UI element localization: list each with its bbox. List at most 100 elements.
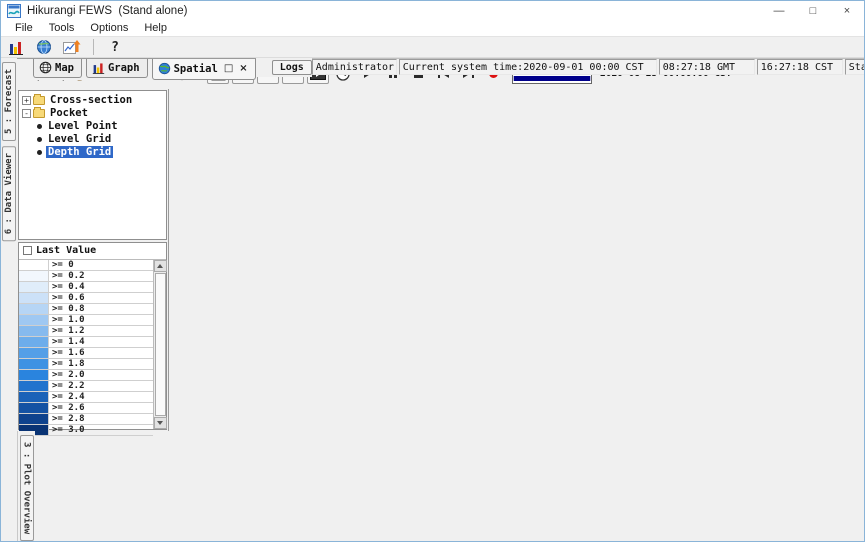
legend-row: >= 2.8: [19, 414, 153, 425]
legend-swatch: [19, 315, 49, 325]
legend-row: >= 2.4: [19, 392, 153, 403]
tab-spatial[interactable]: Spatial □ ×: [152, 59, 256, 80]
layer-tree: + Cross-section - Pocket Level Point: [18, 90, 167, 240]
legend-row: >= 0.6: [19, 293, 153, 304]
status-user: Administrator: [312, 59, 397, 75]
tree-item-pocket[interactable]: - Pocket: [21, 107, 166, 119]
menu-file[interactable]: File: [7, 22, 41, 34]
bullet-icon: [37, 150, 42, 155]
legend-row: >= 0.4: [19, 282, 153, 293]
legend-row: >= 1.8: [19, 359, 153, 370]
legend-rows: >= 0 >= 0.2 >= 0.4 >= 0.6 >= 0.8 >= 1.0 …: [19, 260, 153, 429]
menu-options[interactable]: Options: [82, 22, 136, 34]
last-value-checkbox[interactable]: [23, 246, 32, 255]
bullet-icon: [37, 124, 42, 129]
menu-tools[interactable]: Tools: [41, 22, 83, 34]
status-mode: Stand alone: [845, 59, 865, 75]
bottom-tab-bar: Map Graph Spatial □ ×: [17, 58, 256, 80]
legend-row: >= 0.8: [19, 304, 153, 315]
legend-row: >= 2.6: [19, 403, 153, 414]
legend-row: >= 1.0: [19, 315, 153, 326]
legend-row: >= 3.0: [19, 425, 153, 436]
close-button[interactable]: ×: [830, 1, 864, 20]
app-logo-icon: [7, 4, 21, 18]
maximize-button[interactable]: □: [796, 1, 830, 20]
left-tab-strip: 5 : Forecast 6 : Data Viewer: [1, 58, 17, 541]
scroll-down-button[interactable]: [154, 417, 167, 429]
tab-forecast[interactable]: 5 : Forecast: [2, 62, 16, 141]
right-tab-strip: 3 : Plot Overview: [17, 431, 35, 541]
map-display-button[interactable]: [33, 38, 55, 56]
legend-row: >= 0.2: [19, 271, 153, 282]
globe-icon: [36, 39, 52, 55]
close-panel-button[interactable]: ×: [239, 63, 247, 74]
legend-swatch: [19, 326, 49, 336]
expand-icon[interactable]: +: [22, 96, 31, 105]
left-panel: + Cross-section - Pocket Level Point: [17, 89, 169, 431]
scroll-up-button[interactable]: [154, 260, 167, 272]
status-gmt-time: 08:27:18 GMT: [659, 59, 755, 75]
legend-row: >= 2.0: [19, 370, 153, 381]
question-mark-icon: ?: [111, 40, 119, 55]
tab-plot-overview[interactable]: 3 : Plot Overview: [20, 435, 34, 541]
status-system-time: Current system time:2020-09-01 00:00 CST: [399, 59, 657, 75]
tree-item-level-grid[interactable]: Level Grid: [21, 133, 166, 145]
arrow-down-icon: [157, 421, 163, 425]
legend-swatch: [19, 403, 49, 413]
tree-item-depth-grid[interactable]: Depth Grid: [21, 146, 166, 158]
bullet-icon: [37, 137, 42, 142]
status-bar: Administrator Current system time:2020-0…: [312, 58, 865, 75]
legend-panel: Last Value >= 0 >= 0.2 >= 0.4 >= 0.6 >= …: [18, 242, 167, 430]
legend-swatch: [19, 381, 49, 391]
legend-swatch: [19, 414, 49, 424]
legend-row: >= 1.2: [19, 326, 153, 337]
title-bar: Hikurangi FEWS (Stand alone) — □ ×: [1, 1, 864, 20]
bar-chart-icon: [92, 61, 105, 74]
folder-icon: [33, 109, 45, 118]
tree-item-cross-section[interactable]: + Cross-section: [21, 94, 166, 106]
logs-button[interactable]: Logs: [272, 60, 312, 75]
logs-row: Logs: [256, 58, 312, 77]
scrollbar-thumb[interactable]: [155, 273, 166, 416]
tab-graph[interactable]: Graph: [86, 59, 148, 78]
toolbar-separator: [93, 39, 94, 55]
legend-scrollbar[interactable]: [153, 260, 166, 429]
legend-swatch: [19, 348, 49, 358]
collapse-icon[interactable]: -: [22, 109, 31, 118]
legend-swatch: [19, 282, 49, 292]
legend-swatch: [19, 260, 49, 270]
menu-bar: File Tools Options Help: [1, 20, 864, 37]
minimize-button[interactable]: —: [762, 1, 796, 20]
wire-globe-icon: [39, 61, 52, 74]
globe-icon: [158, 62, 171, 75]
app-window: Hikurangi FEWS (Stand alone) — □ × File …: [0, 0, 865, 542]
database-display-button[interactable]: [5, 38, 27, 56]
chart-arrow-icon: [63, 39, 81, 55]
tab-map[interactable]: Map: [33, 59, 82, 78]
legend-swatch: [19, 337, 49, 347]
legend-row: >= 2.2: [19, 381, 153, 392]
tab-data-viewer[interactable]: 6 : Data Viewer: [2, 146, 16, 241]
window-title: Hikurangi FEWS (Stand alone): [27, 5, 187, 17]
legend-row: >= 0: [19, 260, 153, 271]
legend-swatch: [19, 293, 49, 303]
bar-chart-icon: [8, 39, 24, 55]
legend-header: Last Value: [19, 243, 166, 260]
folder-icon: [33, 96, 45, 105]
workspace: 5 : Forecast 6 : Data Viewer: [1, 58, 864, 541]
legend-swatch: [19, 392, 49, 402]
menu-help[interactable]: Help: [136, 22, 175, 34]
legend-row: >= 1.6: [19, 348, 153, 359]
tree-item-level-point[interactable]: Level Point: [21, 120, 166, 132]
legend-title: Last Value: [36, 245, 96, 256]
legend-row: >= 1.4: [19, 337, 153, 348]
legend-swatch: [19, 271, 49, 281]
legend-swatch: [19, 370, 49, 380]
arrow-up-icon: [157, 264, 163, 268]
main-toolbar: ?: [1, 37, 864, 58]
timeseries-display-button[interactable]: [61, 38, 83, 56]
legend-swatch: [19, 359, 49, 369]
legend-swatch: [19, 304, 49, 314]
float-panel-button[interactable]: □: [224, 63, 233, 74]
help-button[interactable]: ?: [104, 38, 126, 56]
